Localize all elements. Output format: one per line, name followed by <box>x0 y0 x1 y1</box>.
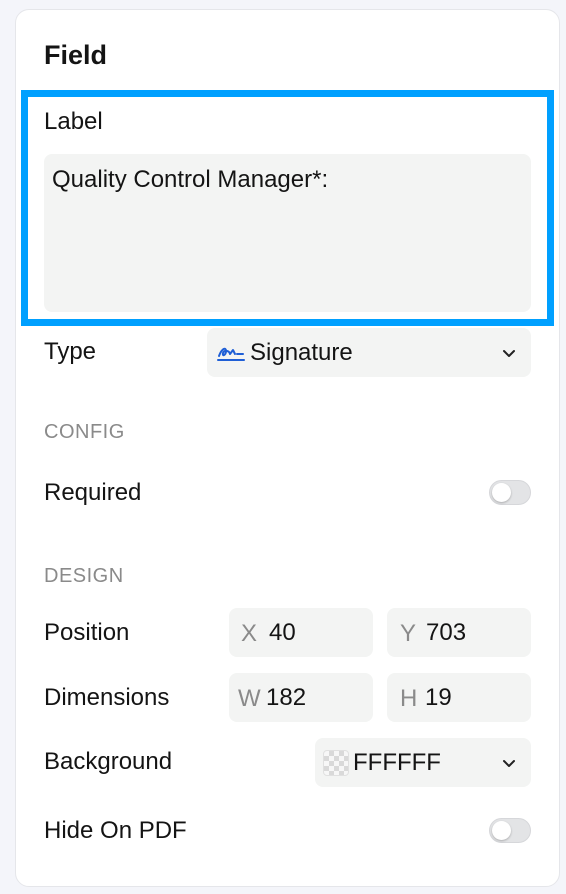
panel-title: Field <box>44 40 108 70</box>
label-field-label: Label <box>44 108 103 135</box>
dimensions-h-input[interactable]: H 19 <box>387 673 531 722</box>
dimensions-w-input[interactable]: W 182 <box>229 673 373 722</box>
hide-on-pdf-label: Hide On PDF <box>44 817 187 844</box>
w-value: 182 <box>266 684 307 711</box>
w-prefix: W <box>238 685 261 712</box>
position-label: Position <box>44 619 130 646</box>
chevron-down-icon <box>503 760 515 767</box>
transparency-swatch-icon <box>323 750 349 776</box>
hide-on-pdf-toggle[interactable] <box>489 818 531 843</box>
required-label: Required <box>44 479 142 506</box>
toggle-knob <box>492 483 511 502</box>
position-x-input[interactable]: X 40 <box>229 608 373 657</box>
type-select-value: Signature <box>250 339 353 366</box>
y-value: 703 <box>426 619 467 646</box>
label-textarea[interactable]: Quality Control Manager*: <box>44 154 531 312</box>
toggle-knob <box>492 821 511 840</box>
design-section-heading: DESIGN <box>44 565 124 587</box>
chevron-down-icon <box>503 350 515 357</box>
background-label: Background <box>44 748 173 775</box>
h-value: 19 <box>425 684 452 711</box>
y-prefix: Y <box>400 620 417 647</box>
h-prefix: H <box>400 685 418 712</box>
type-field-label: Type <box>44 338 97 365</box>
background-color-select[interactable]: FFFFFF <box>315 738 531 787</box>
position-y-input[interactable]: Y 703 <box>387 608 531 657</box>
signature-icon <box>217 347 245 361</box>
x-prefix: X <box>241 620 258 647</box>
type-select[interactable]: Signature <box>207 328 531 377</box>
dimensions-label: Dimensions <box>44 684 170 711</box>
background-color-value: FFFFFF <box>353 749 441 776</box>
x-value: 40 <box>269 619 296 646</box>
config-section-heading: CONFIG <box>44 421 125 443</box>
required-toggle[interactable] <box>489 480 531 505</box>
